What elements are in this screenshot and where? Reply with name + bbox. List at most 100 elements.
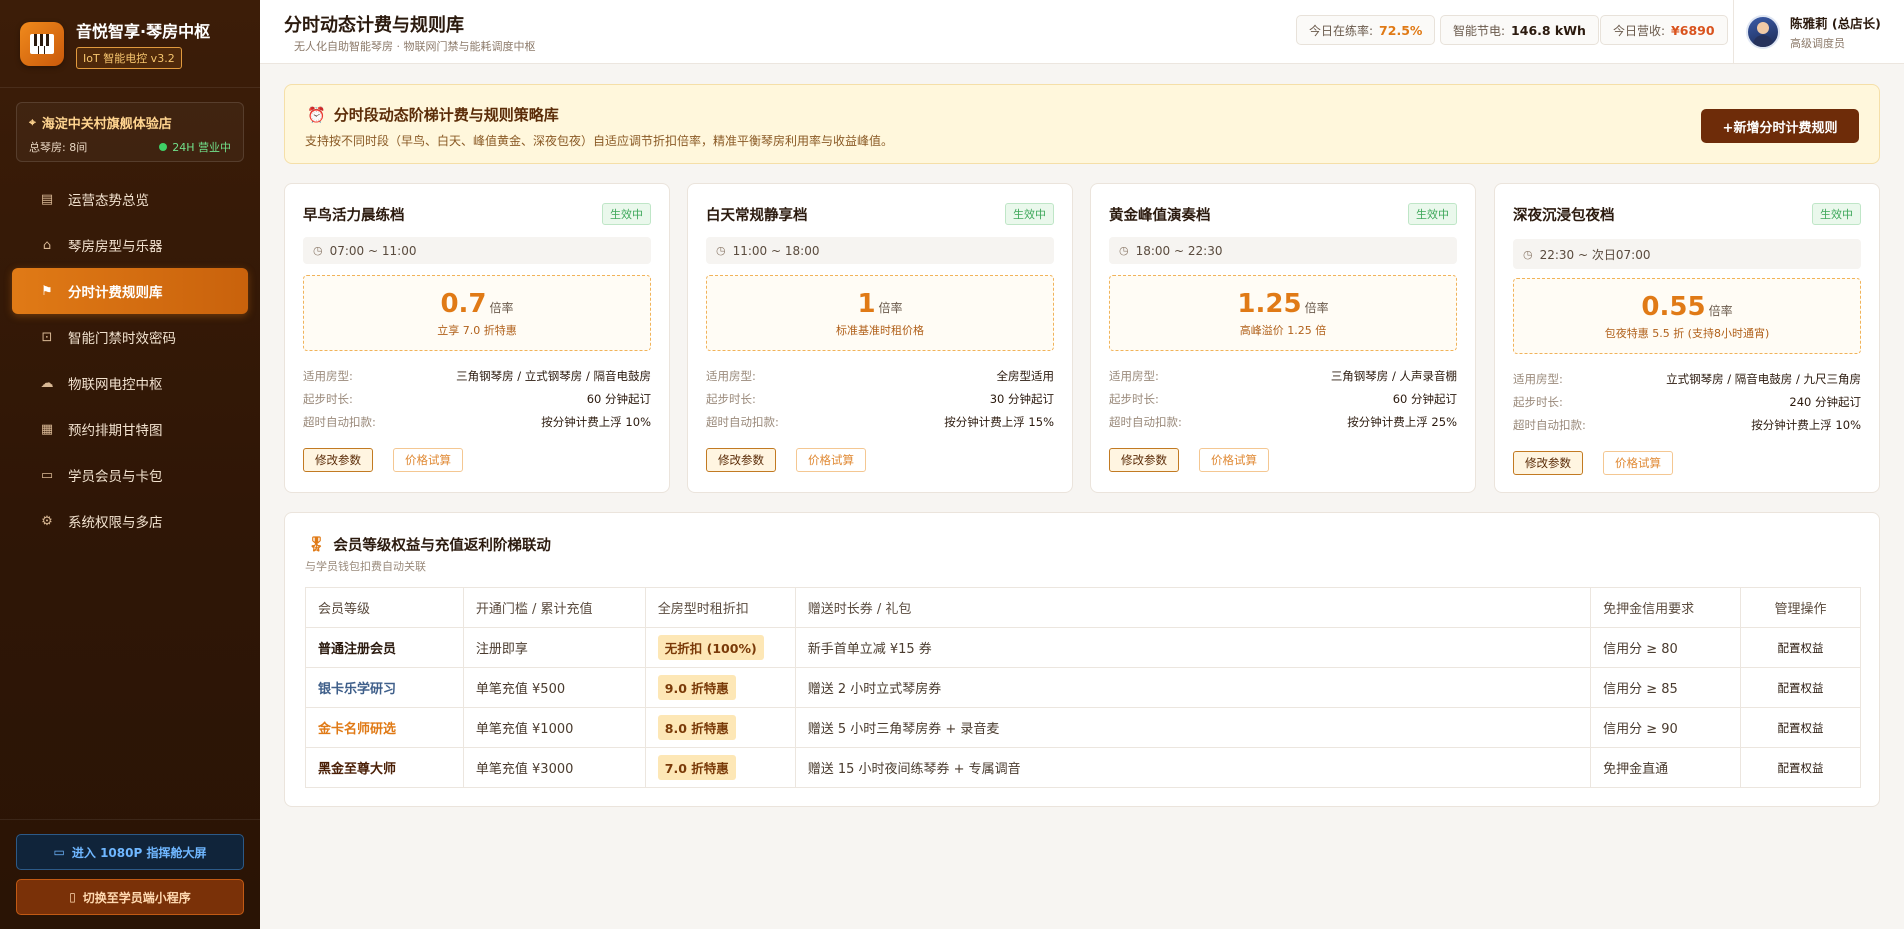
time-range: ◷ 07:00 ~ 11:00 [303,237,651,264]
min-duration-row: 起步时长: 30 分钟起订 [706,391,1054,406]
brand: 音悦智享·琴房中枢 IoT 智能电控 v3.2 [0,0,260,88]
brand-title: 音悦智享·琴房中枢 [76,22,211,41]
cloud-icon: ☁ [40,375,54,391]
member-gift: 赠送 15 小时夜间练琴券 + 专属调音 [794,747,1592,788]
nav-item-rooms[interactable]: ⌂ 琴房房型与乐器 [12,222,248,268]
dashboard-screen-button[interactable]: ▭ 进入 1080P 指挥舱大屏 [16,834,244,870]
configure-benefits-button[interactable]: 配置权益 [1740,747,1861,788]
rate-value: 1 [857,289,876,319]
configure-benefits-button[interactable]: 配置权益 [1740,667,1861,708]
clock-icon: ◷ [1119,244,1129,257]
time-range: ◷ 18:00 ~ 22:30 [1109,237,1457,264]
member-threshold: 注册即享 [462,627,646,668]
column-header: 赠送时长券 / 礼包 [794,587,1592,628]
alarm-clock-icon: ⏰ [307,105,326,124]
nav-item-members[interactable]: ▭ 学员会员与卡包 [12,452,248,498]
table-row: 银卡乐学研习 单笔充值 ¥500 9.0 折特惠 赠送 2 小时立式琴房券 信用分 ≥ … [305,667,1861,708]
min-duration-row: 起步时长: 60 分钟起订 [1109,391,1457,406]
rate-value: 0.7 [440,289,487,319]
price-calc-button[interactable]: 价格试算 [1603,451,1673,475]
store-selector[interactable]: ⌖ 海淀中关村旗舰体验店 总琴房: 8间 24H 营业中 [16,102,244,162]
column-header: 管理操作 [1740,587,1861,628]
discount-badge: 9.0 折特惠 [657,675,736,700]
member-tier-table: 会员等级 开通门槛 / 累计充值 全房型时租折扣 赠送时长券 / 礼包 免押金信… [305,587,1861,788]
card-title: 深夜沉浸包夜档 [1513,207,1615,224]
card-title: 白天常规静享档 [706,207,808,224]
rate-note: 立享 7.0 折特惠 [437,324,517,337]
member-threshold: 单笔充值 ¥1000 [462,707,646,748]
min-duration-row: 起步时长: 240 分钟起订 [1513,394,1861,409]
nav-menu: ▤ 运营态势总览 ⌂ 琴房房型与乐器 ⚑ 分时计费规则库 ⊡ 智能门禁时效密码 ☁ 物联网… [0,176,260,544]
rate-note: 标准基准时租价格 [836,324,924,337]
nav-item-iot[interactable]: ☁ 物联网电控中枢 [12,360,248,406]
user-name: 陈雅莉 (总店长) [1790,16,1881,31]
configure-benefits-button[interactable]: 配置权益 [1740,707,1861,748]
edit-params-button[interactable]: 修改参数 [1513,451,1583,475]
status-dot-icon [159,143,168,151]
member-level: 普通注册会员 [305,627,464,668]
phone-icon: ▯ [69,890,76,904]
room-type-row: 适用房型: 三角钢琴房 / 人声录音棚 [1109,368,1457,383]
store-status: 24H 营业中 [159,139,231,155]
clock-icon: ◷ [313,244,323,257]
overtime-row: 超时自动扣款: 按分钟计费上浮 25% [1109,414,1457,429]
status-badge: 生效中 [1812,203,1861,225]
price-calc-button[interactable]: 价格试算 [1199,448,1269,472]
nav-item-overview[interactable]: ▤ 运营态势总览 [12,176,248,222]
configure-benefits-button[interactable]: 配置权益 [1740,627,1861,668]
edit-params-button[interactable]: 修改参数 [1109,448,1179,472]
avatar [1746,15,1780,49]
rate-note: 高峰溢价 1.25 倍 [1239,324,1327,337]
member-tier-panel: 🎖 会员等级权益与充值返利阶梯联动 与学员钱包扣费自动关联 会员等级 开通门槛 … [284,512,1880,807]
column-header: 会员等级 [305,587,464,628]
member-panel-subtitle: 与学员钱包扣费自动关联 [305,560,426,573]
member-gift: 新手首单立减 ¥15 券 [794,627,1592,668]
room-type-row: 适用房型: 立式钢琴房 / 隔音电鼓房 / 九尺三角房 [1513,371,1861,386]
credit-requirement: 免押金直通 [1590,747,1742,788]
add-pricing-rule-button[interactable]: +新增分时计费规则 [1701,109,1859,143]
user-profile[interactable]: 陈雅莉 (总店长) 高级调度员 [1733,0,1881,64]
home-icon: ⌂ [42,237,52,253]
medal-icon: 🎖 [307,537,326,553]
overtime-row: 超时自动扣款: 按分钟计费上浮 10% [1513,417,1861,432]
rate-box: 0.55 倍率 包夜特惠 5.5 折 (支持8小时通宵) [1513,278,1861,354]
banner-title: 分时段动态阶梯计费与规则策略库 [333,106,559,124]
stat-practice-rate: 今日在练率: 72.5% [1296,15,1436,45]
sidebar-footer: ▭ 进入 1080P 指挥舱大屏 ▯ 切换至学员端小程序 [0,819,260,929]
table-row: 黑金至尊大师 单笔充值 ¥3000 7.0 折特惠 赠送 15 小时夜间练琴券 + 专… [305,747,1861,788]
nav-item-pricing[interactable]: ⚑ 分时计费规则库 [12,268,248,314]
stat-revenue: 今日营收: ¥6890 [1600,15,1728,45]
switch-miniapp-button[interactable]: ▯ 切换至学员端小程序 [16,879,244,915]
room-type-row: 适用房型: 全房型适用 [706,368,1054,383]
column-header: 免押金信用要求 [1590,587,1742,628]
gear-icon: ⚙ [41,513,53,529]
version-badge: IoT 智能电控 v3.2 [76,47,182,69]
clock-icon: ◷ [1523,247,1533,261]
page-title: 分时动态计费与规则库 [284,15,464,36]
edit-params-button[interactable]: 修改参数 [706,448,776,472]
status-badge: 生效中 [602,203,651,225]
banner-description: 支持按不同时段（早鸟、白天、峰值黄金、深夜包夜）自适应调节折扣倍率，精准平衡琴房… [305,134,894,148]
piano-logo-icon [20,21,64,66]
credit-requirement: 信用分 ≥ 90 [1590,707,1742,748]
nav-item-settings[interactable]: ⚙ 系统权限与多店 [12,498,248,544]
price-calc-button[interactable]: 价格试算 [796,448,866,472]
clock-icon: ◷ [716,244,726,257]
member-panel-title: 会员等级权益与充值返利阶梯联动 [333,538,551,554]
lock-icon: ⊡ [41,329,53,345]
price-calc-button[interactable]: 价格试算 [393,448,463,472]
pricing-card-early: 早鸟活力晨练档 生效中 ◷ 07:00 ~ 11:00 0.7 倍率 立享 7.0 折… [284,183,670,493]
member-level: 银卡乐学研习 [305,667,464,708]
member-threshold: 单笔充值 ¥3000 [462,747,646,788]
nav-item-access[interactable]: ⊡ 智能门禁时效密码 [12,314,248,360]
status-badge: 生效中 [1408,203,1457,225]
member-level: 金卡名师研选 [305,707,464,748]
nav-item-schedule[interactable]: ▦ 预约排期甘特图 [12,406,248,452]
credit-requirement: 信用分 ≥ 80 [1590,627,1742,668]
time-range: ◷ 11:00 ~ 18:00 [706,237,1054,264]
column-header: 全房型时租折扣 [644,587,796,628]
edit-params-button[interactable]: 修改参数 [303,448,373,472]
pricing-card-day: 白天常规静享档 生效中 ◷ 11:00 ~ 18:00 1 倍率 标准基准时租价格 适… [687,183,1073,493]
page-subtitle: 无人化自助智能琴房 · 物联网门禁与能耗调度中枢 [294,40,536,53]
card-title: 黄金峰值演奏档 [1109,207,1211,224]
